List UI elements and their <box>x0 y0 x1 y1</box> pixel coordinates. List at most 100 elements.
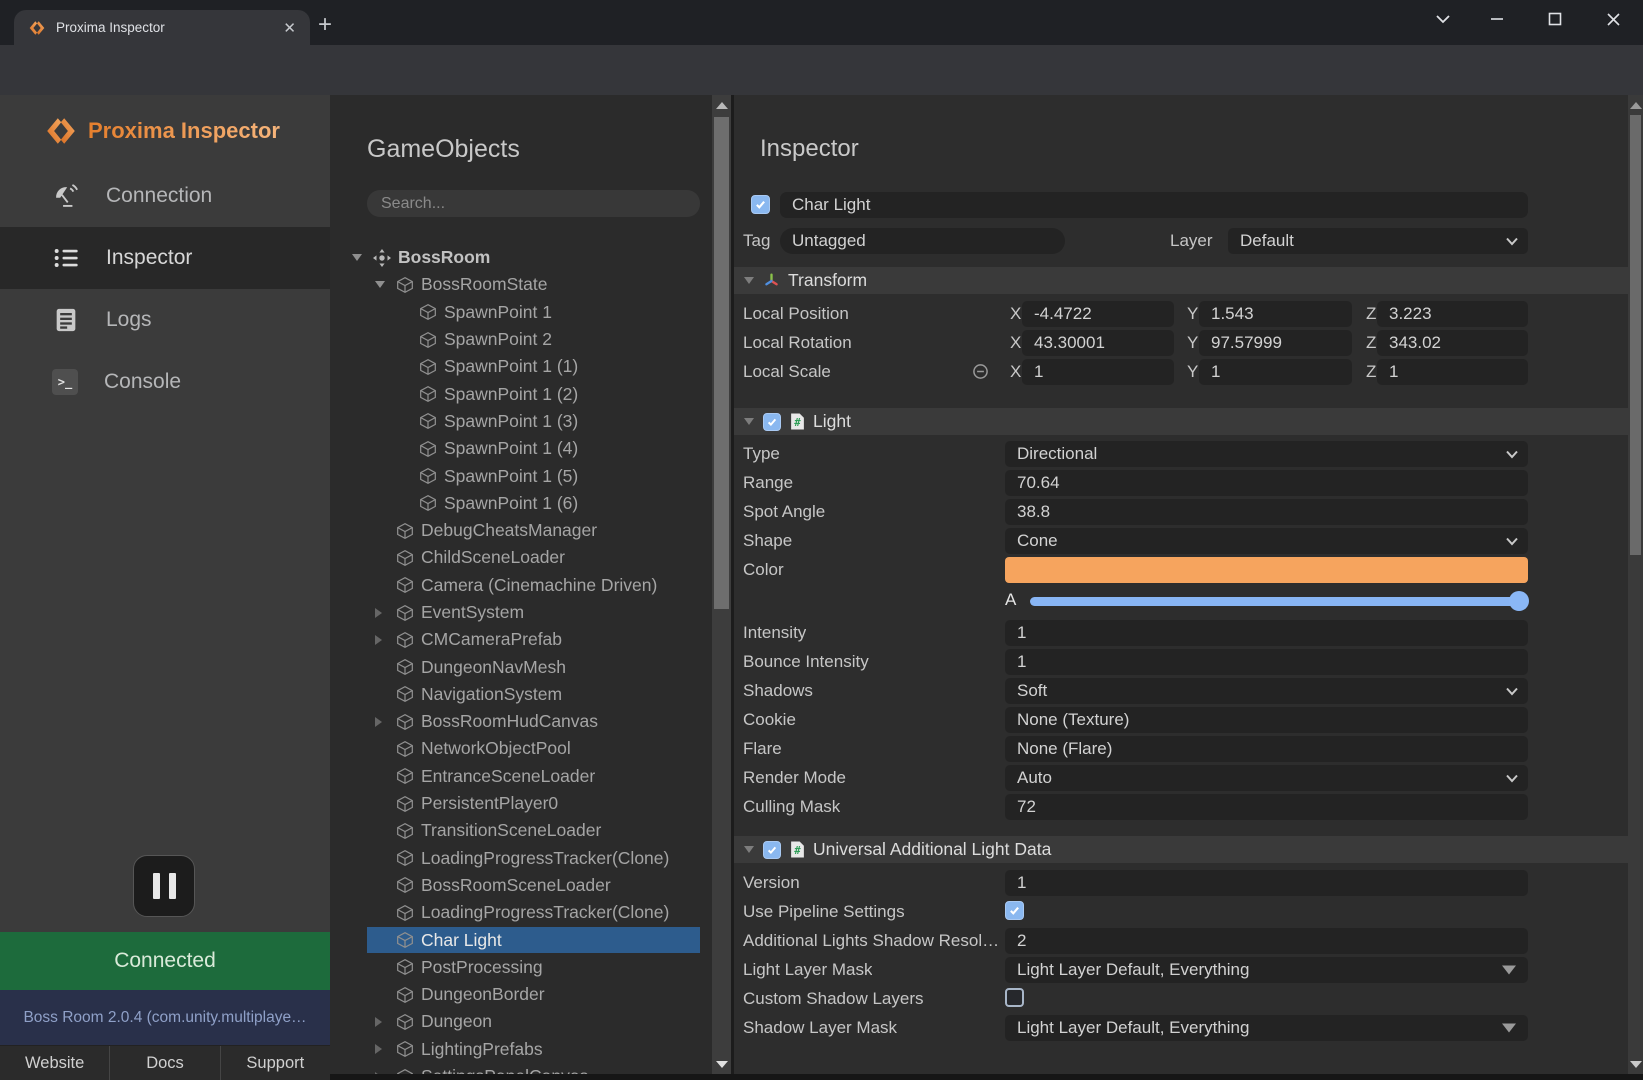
window-close-button[interactable] <box>1598 6 1628 32</box>
tree-node[interactable]: Dungeon <box>330 1008 712 1035</box>
collapse-arrow-icon[interactable] <box>744 846 754 853</box>
y-value-input[interactable]: 1 <box>1199 359 1352 385</box>
tree-node[interactable]: Camera (Cinemachine Driven) <box>330 572 712 599</box>
x-value-input[interactable]: -4.4722 <box>1022 301 1174 327</box>
name-input[interactable]: Char Light <box>780 192 1528 218</box>
color-swatch[interactable] <box>1005 557 1528 583</box>
value-dropdown[interactable]: Soft <box>1005 678 1528 704</box>
tree-node[interactable]: DungeonNavMesh <box>330 653 712 680</box>
tree-node[interactable]: NavigationSystem <box>330 681 712 708</box>
scrollbar-thumb[interactable] <box>1630 115 1641 555</box>
light-header[interactable]: # Light <box>734 408 1628 435</box>
sidebar-item-inspector[interactable]: Inspector <box>0 227 330 289</box>
tree-node[interactable]: BossRoomState <box>330 271 712 298</box>
tree-node[interactable]: SpawnPoint 2 <box>330 326 712 353</box>
scroll-up-icon[interactable] <box>716 102 728 109</box>
tree-node[interactable]: SpawnPoint 1 (5) <box>330 462 712 489</box>
collapse-arrow-icon[interactable] <box>375 635 382 645</box>
support-link[interactable]: Support <box>221 1046 330 1080</box>
z-value-input[interactable]: 343.02 <box>1377 330 1528 356</box>
tree-node[interactable]: SpawnPoint 1 (3) <box>330 408 712 435</box>
value-dropdown[interactable]: Directional <box>1005 441 1528 467</box>
tab-close-icon[interactable]: ✕ <box>279 17 300 39</box>
browser-tab[interactable]: Proxima Inspector ✕ <box>14 10 310 45</box>
tree-node[interactable]: Char Light <box>330 926 712 953</box>
mask-dropdown[interactable]: Light Layer Default, Everything <box>1005 1015 1528 1041</box>
tree-node[interactable]: SpawnPoint 1 (2) <box>330 380 712 407</box>
collapse-arrow-icon[interactable] <box>375 1017 382 1027</box>
tree-node[interactable]: NetworkObjectPool <box>330 735 712 762</box>
x-value-input[interactable]: 1 <box>1022 359 1174 385</box>
collapse-arrow-icon[interactable] <box>375 717 382 727</box>
sidebar-item-console[interactable]: >_ Console <box>0 351 330 413</box>
value-input[interactable]: 38.8 <box>1005 499 1528 525</box>
tab-search-chevron-icon[interactable] <box>1428 6 1458 32</box>
mask-dropdown[interactable]: Light Layer Default, Everything <box>1005 957 1528 983</box>
new-tab-button[interactable]: + <box>318 11 332 39</box>
tree-node[interactable]: LightingPrefabs <box>330 1036 712 1063</box>
scrollbar-thumb[interactable] <box>714 117 729 609</box>
tree-node[interactable]: ChildSceneLoader <box>330 544 712 571</box>
collapse-arrow-icon[interactable] <box>375 608 382 618</box>
value-input[interactable]: 72 <box>1005 794 1528 820</box>
z-value-input[interactable]: 3.223 <box>1377 301 1528 327</box>
value-input[interactable]: 1 <box>1005 870 1528 896</box>
tree-node[interactable]: SpawnPoint 1 <box>330 299 712 326</box>
property-checkbox[interactable] <box>1005 988 1024 1007</box>
tree-node[interactable]: EventSystem <box>330 599 712 626</box>
tree-node[interactable]: PostProcessing <box>330 954 712 981</box>
expand-arrow-icon[interactable] <box>352 254 362 261</box>
scroll-up-icon[interactable] <box>1630 102 1642 109</box>
tree-node[interactable]: DungeonBorder <box>330 981 712 1008</box>
expand-arrow-icon[interactable] <box>375 281 385 288</box>
value-input[interactable]: 1 <box>1005 620 1528 646</box>
alpha-slider[interactable] <box>1030 597 1519 606</box>
active-checkbox[interactable] <box>751 195 770 214</box>
tree-node[interactable]: LoadingProgressTracker(Clone) <box>330 899 712 926</box>
component-enabled-checkbox[interactable] <box>763 841 781 859</box>
value-input[interactable]: 2 <box>1005 928 1528 954</box>
pause-button[interactable] <box>133 855 195 917</box>
search-input[interactable] <box>367 190 700 217</box>
tree-node[interactable]: LoadingProgressTracker(Clone) <box>330 845 712 872</box>
tree-node[interactable]: SpawnPoint 1 (6) <box>330 490 712 517</box>
scale-link-icon[interactable] <box>972 363 989 385</box>
value-input[interactable]: None (Texture) <box>1005 707 1528 733</box>
y-value-input[interactable]: 97.57999 <box>1199 330 1352 356</box>
sidebar-item-connection[interactable]: Connection <box>0 165 330 227</box>
x-value-input[interactable]: 43.30001 <box>1022 330 1174 356</box>
scroll-down-icon[interactable] <box>716 1061 728 1068</box>
tree-node[interactable]: DebugCheatsManager <box>330 517 712 544</box>
tree-scrollbar[interactable] <box>712 95 731 1080</box>
value-input[interactable]: None (Flare) <box>1005 736 1528 762</box>
scroll-down-icon[interactable] <box>1630 1061 1642 1068</box>
collapse-arrow-icon[interactable] <box>375 1044 382 1054</box>
tree-node[interactable]: BossRoomHudCanvas <box>330 708 712 735</box>
tree-node[interactable]: CMCameraPrefab <box>330 626 712 653</box>
website-link[interactable]: Website <box>0 1046 110 1080</box>
transform-header[interactable]: Transform <box>734 267 1628 294</box>
tree-node[interactable]: SpawnPoint 1 (1) <box>330 353 712 380</box>
collapse-arrow-icon[interactable] <box>744 418 754 425</box>
tree-node[interactable]: EntranceSceneLoader <box>330 763 712 790</box>
value-input[interactable]: 70.64 <box>1005 470 1528 496</box>
window-maximize-button[interactable] <box>1540 6 1570 32</box>
z-value-input[interactable]: 1 <box>1377 359 1528 385</box>
tree-node[interactable]: SpawnPoint 1 (4) <box>330 435 712 462</box>
value-dropdown[interactable]: Cone <box>1005 528 1528 554</box>
window-minimize-button[interactable] <box>1482 6 1512 32</box>
property-checkbox[interactable] <box>1005 901 1024 920</box>
sidebar-item-logs[interactable]: Logs <box>0 289 330 351</box>
tree-node[interactable]: BossRoom <box>330 244 712 271</box>
value-dropdown[interactable]: Auto <box>1005 765 1528 791</box>
component-enabled-checkbox[interactable] <box>763 413 781 431</box>
docs-link[interactable]: Docs <box>110 1046 220 1080</box>
tag-input[interactable]: Untagged <box>780 228 1065 254</box>
universal-additional-light-data-header[interactable]: # Universal Additional Light Data <box>734 836 1628 863</box>
inspector-scrollbar[interactable] <box>1628 95 1643 1080</box>
tree-node[interactable]: PersistentPlayer0 <box>330 790 712 817</box>
y-value-input[interactable]: 1.543 <box>1199 301 1352 327</box>
value-input[interactable]: 1 <box>1005 649 1528 675</box>
layer-dropdown[interactable]: Default <box>1228 228 1528 254</box>
slider-thumb-icon[interactable] <box>1509 591 1529 611</box>
